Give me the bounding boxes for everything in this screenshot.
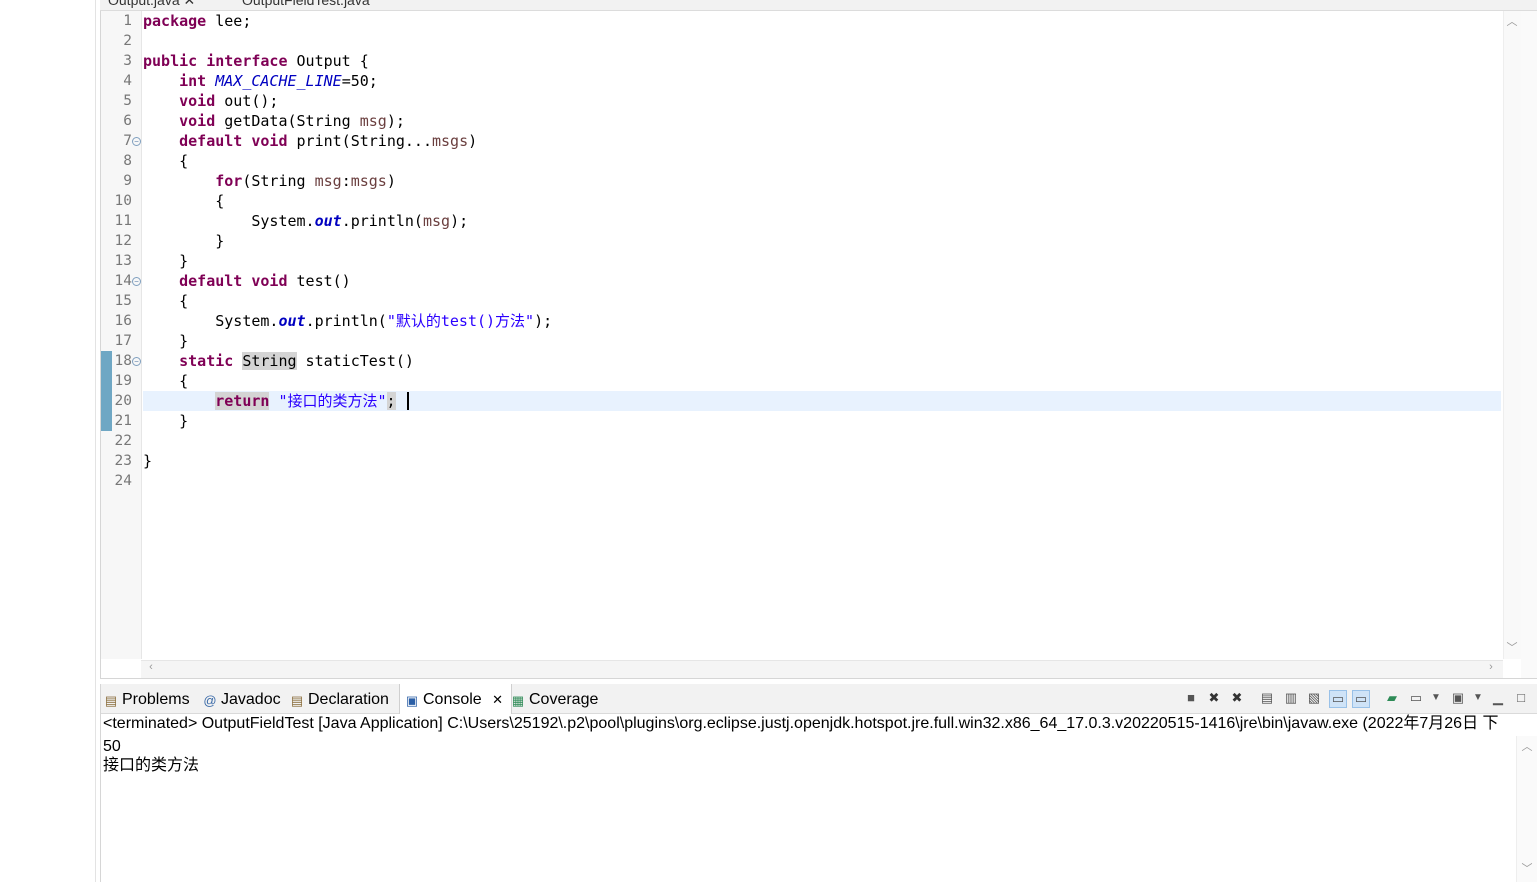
- remove-all-terminated-icon[interactable]: ✖: [1229, 690, 1245, 706]
- terminate-icon[interactable]: ■: [1183, 690, 1199, 706]
- editor-tab-output-java[interactable]: Output.java ✕: [108, 0, 195, 9]
- editor-tab-outputfieldtest-java[interactable]: OutputFieldTest.java: [242, 0, 370, 8]
- declaration-icon: ▤: [290, 693, 304, 708]
- line-number: 7: [123, 133, 132, 149]
- console-output-line: 接口的类方法: [103, 757, 200, 774]
- code-line: }: [143, 252, 189, 270]
- console-vertical-scrollbar[interactable]: ︿ ﹀: [1516, 736, 1537, 882]
- code-line: default void print(String...msgs): [179, 132, 478, 150]
- tab-javadoc[interactable]: @ Javadoc: [203, 684, 280, 714]
- fold-collapse-icon[interactable]: −: [132, 137, 141, 146]
- open-console-icon[interactable]: ▣: [1450, 690, 1466, 706]
- tab-coverage[interactable]: ▦ Coverage: [511, 684, 599, 714]
- line-number: 2: [123, 33, 132, 49]
- code-line: }: [143, 232, 225, 250]
- code-line: public interface Output {: [143, 52, 369, 70]
- console-process-label: <terminated> OutputFieldTest [Java Appli…: [103, 715, 1499, 732]
- code-line: void out();: [179, 92, 279, 110]
- line-number: 16: [114, 313, 132, 329]
- tab-declaration[interactable]: ▤ Declaration: [290, 684, 389, 714]
- line-number: 12: [114, 233, 132, 249]
- code-line: }: [143, 332, 189, 350]
- line-number: 22: [114, 433, 132, 449]
- pin-console-icon[interactable]: ▰: [1384, 690, 1400, 706]
- line-number: 3: [123, 53, 132, 69]
- line-number: 1: [123, 13, 132, 29]
- line-number: 5: [123, 93, 132, 109]
- editor-tab-bar: Output.java ✕ OutputFieldTest.java: [100, 0, 1537, 11]
- code-line: void getData(String msg);: [179, 112, 405, 130]
- chevron-down-icon[interactable]: ▼: [1428, 690, 1444, 706]
- line-number: 20: [114, 393, 132, 409]
- scroll-lock-icon[interactable]: ▥: [1283, 690, 1299, 706]
- line-number: 17: [114, 333, 132, 349]
- line-number: 19: [114, 373, 132, 389]
- code-line: int MAX_CACHE_LINE=50;: [179, 72, 378, 90]
- line-number: 24: [114, 473, 132, 489]
- editor-horizontal-scrollbar[interactable]: ‹ ›: [141, 660, 1503, 678]
- code-line: System.out.println("默认的test()方法");: [143, 312, 553, 330]
- left-panel: [0, 0, 96, 882]
- code-line: package lee;: [143, 12, 252, 30]
- coverage-icon: ▦: [511, 693, 525, 708]
- code-line: System.out.println(msg);: [143, 212, 469, 230]
- line-number: 15: [114, 293, 132, 309]
- code-line: for(String msg:msgs): [215, 172, 396, 190]
- scroll-right-icon[interactable]: ›: [1483, 661, 1499, 673]
- scroll-up-icon[interactable]: ︿: [1519, 738, 1535, 754]
- code-line: }: [143, 452, 153, 470]
- editor-vertical-scrollbar[interactable]: ︿ ﹀: [1503, 11, 1522, 659]
- scroll-down-icon[interactable]: ﹀: [1519, 860, 1535, 876]
- clear-console-icon[interactable]: ▤: [1259, 690, 1275, 706]
- line-number: 11: [114, 213, 132, 229]
- overview-ruler[interactable]: [1521, 11, 1537, 678]
- console-icon: ▣: [405, 693, 419, 708]
- code-line: }: [143, 412, 189, 430]
- text-caret: [407, 392, 409, 410]
- scroll-down-icon[interactable]: ﹀: [1504, 639, 1520, 655]
- remove-launch-icon[interactable]: ✖: [1206, 690, 1222, 706]
- word-wrap-icon[interactable]: ▧: [1306, 690, 1322, 706]
- problems-icon: ▤: [104, 693, 118, 708]
- scroll-left-icon[interactable]: ‹: [143, 661, 159, 673]
- chevron-down-icon[interactable]: ▼: [1470, 690, 1486, 706]
- code-line: default void test(): [179, 272, 351, 290]
- console-output-line: 50: [103, 738, 121, 755]
- tab-console[interactable]: ▣ Console ✕: [399, 684, 512, 714]
- line-number: 13: [114, 253, 132, 269]
- line-number: 4: [123, 73, 132, 89]
- code-editor[interactable]: [100, 0, 1537, 679]
- code-line: {: [143, 152, 189, 170]
- line-number: 8: [123, 153, 132, 169]
- maximize-icon[interactable]: □: [1513, 690, 1529, 706]
- tab-problems[interactable]: ▤ Problems: [104, 684, 190, 714]
- fold-collapse-icon[interactable]: −: [132, 277, 141, 286]
- show-on-stdout-icon[interactable]: ▭: [1329, 690, 1347, 708]
- code-line: {: [143, 372, 189, 390]
- close-icon[interactable]: ✕: [492, 692, 503, 707]
- line-number: 23: [114, 453, 132, 469]
- minimize-icon[interactable]: ▁: [1490, 690, 1506, 706]
- code-line: static String staticTest(): [179, 352, 414, 370]
- code-line: {: [143, 292, 189, 310]
- fold-collapse-icon[interactable]: −: [132, 357, 141, 366]
- line-number: 10: [114, 193, 132, 209]
- code-line: {: [143, 192, 225, 210]
- line-number: 18: [114, 353, 132, 369]
- line-number: 6: [123, 113, 132, 129]
- line-number: 21: [114, 413, 132, 429]
- show-on-stderr-icon[interactable]: ▭: [1352, 690, 1370, 708]
- code-line: return "接口的类方法";: [215, 392, 396, 410]
- line-number: 9: [123, 173, 132, 189]
- scroll-up-icon[interactable]: ︿: [1504, 13, 1520, 29]
- javadoc-icon: @: [203, 693, 217, 708]
- line-number: 14: [114, 273, 132, 289]
- display-selected-console-icon[interactable]: ▭: [1408, 690, 1424, 706]
